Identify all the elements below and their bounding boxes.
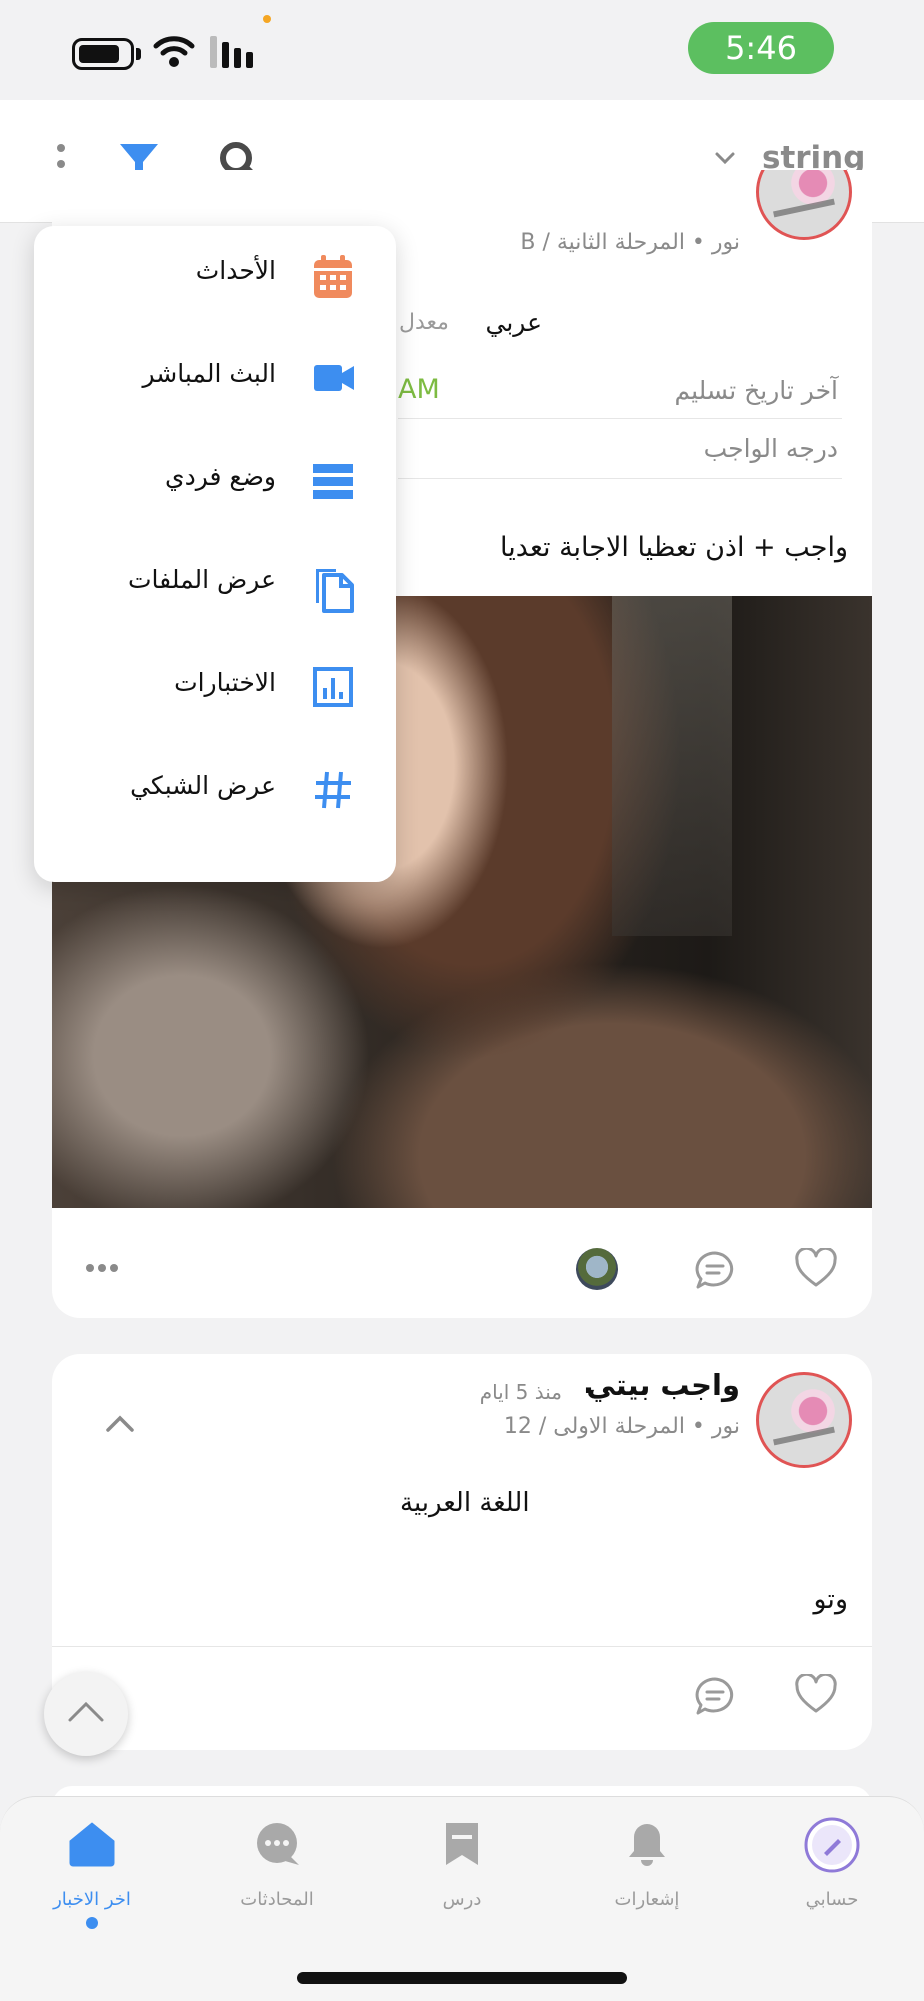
nav-label: حسابي (805, 1889, 859, 1910)
chart-icon (313, 667, 353, 707)
video-camera-icon (314, 365, 354, 391)
avatar[interactable] (756, 1372, 852, 1468)
menu-item-single-view[interactable]: وضع فردي (34, 432, 396, 532)
bell-icon (629, 1824, 665, 1866)
divider (398, 418, 842, 419)
chevron-up-icon (68, 1701, 104, 1722)
post-body: واجب + اذن تعظيا الاجابة تعديا (500, 532, 848, 563)
chevron-up-icon[interactable] (104, 1412, 136, 1434)
home-indicator[interactable] (297, 1972, 627, 1984)
menu-item-live-stream[interactable]: البث المباشر (34, 329, 396, 429)
nav-label: المحادثات (240, 1889, 314, 1910)
post-title: واجب بيتي (586, 1368, 740, 1402)
divider (52, 1646, 872, 1647)
nav-item-notifications[interactable]: إشعارات (572, 1821, 722, 1931)
comment-icon[interactable] (694, 1250, 736, 1290)
comment-icon[interactable] (694, 1676, 736, 1716)
grade-label: درجه الواجب (703, 434, 838, 463)
nav-item-my-account[interactable]: حسابي (757, 1817, 907, 1931)
nav-item-lesson[interactable]: درس (387, 1821, 537, 1931)
post-time: منذ 5 ايام (479, 1380, 562, 1404)
active-indicator-dot (86, 1917, 98, 1929)
status-bar: 5:46 (0, 0, 924, 100)
menu-item-exams[interactable]: الاختبارات (34, 638, 396, 738)
chat-icon (257, 1823, 299, 1865)
menu-item-label: وضع فردي (165, 462, 276, 491)
grid-hash-icon (315, 771, 351, 809)
avatar[interactable] (756, 170, 852, 240)
post-card: واجب بيتي . منذ 5 ايام نور • المرحلة الا… (52, 1354, 872, 1750)
menu-item-grid-view[interactable]: عرض الشبكي (34, 741, 396, 841)
nav-item-chats[interactable]: المحادثات (202, 1821, 352, 1931)
nav-label: درس (442, 1889, 482, 1910)
menu-item-label: الأحداث (195, 256, 276, 285)
more-icon[interactable] (86, 1264, 118, 1272)
menu-item-events[interactable]: الأحداث (34, 226, 396, 326)
home-icon (69, 1822, 115, 1867)
menu-item-label: عرض الملفات (128, 565, 276, 594)
deadline-value: AM (398, 374, 440, 405)
title-separator: . (582, 1366, 594, 1400)
bottom-navigation: اخر الاخبار المحادثات درس إشعارات حسابي (0, 1796, 924, 2001)
menu-item-label: الاختبارات (174, 668, 276, 697)
viewer-avatar[interactable] (576, 1248, 618, 1290)
battery-cap (136, 48, 141, 60)
filter-menu: الأحداث البث المباشر وضع فردي عرض الملفا… (34, 226, 396, 882)
battery-icon (72, 38, 134, 70)
status-time: 5:46 (688, 22, 834, 74)
divider (398, 478, 842, 479)
heart-icon[interactable] (794, 1248, 838, 1288)
privacy-indicator-dot (263, 15, 271, 23)
menu-item-label: البث المباشر (142, 359, 276, 388)
calendar-icon (314, 255, 352, 298)
menu-item-label: عرض الشبكي (130, 771, 276, 800)
cellular-signal-icon (210, 36, 253, 68)
post-subject-extra: معدل (399, 310, 449, 335)
heart-icon[interactable] (794, 1674, 838, 1714)
files-icon (316, 569, 354, 613)
nav-label: إشعارات (614, 1889, 680, 1910)
nav-label: اخر الاخبار (53, 1889, 131, 1910)
wifi-icon (153, 36, 195, 67)
menu-item-view-files[interactable]: عرض الملفات (34, 535, 396, 635)
scroll-to-top-button[interactable] (44, 1672, 128, 1756)
list-view-icon (313, 464, 353, 499)
post-meta: نور • المرحلة الاولى / 12 (503, 1414, 740, 1439)
nav-item-latest-news[interactable]: اخر الاخبار (17, 1821, 167, 1931)
post-subject: اللغة العربية (400, 1488, 530, 1518)
chevron-down-icon[interactable] (714, 150, 736, 166)
deadline-label: آخر تاريخ تسليم (674, 376, 838, 405)
profile-icon (804, 1817, 860, 1873)
post-meta: نور • المرحلة الثانية / B (520, 230, 740, 255)
post-body: وتو (813, 1584, 848, 1615)
post-subject: عربي (485, 308, 542, 337)
bookmark-icon (446, 1823, 478, 1865)
